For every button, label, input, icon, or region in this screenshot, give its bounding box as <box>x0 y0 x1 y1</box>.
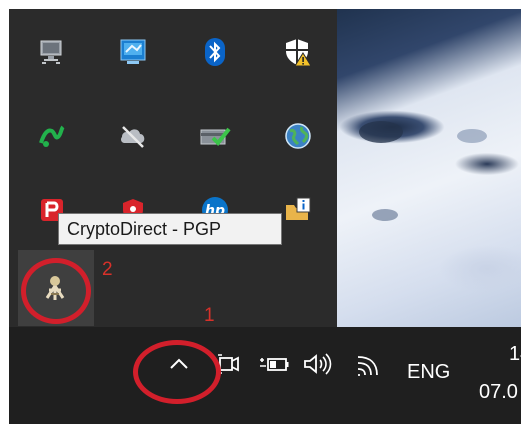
clock-time[interactable]: 14 <box>509 343 521 366</box>
screenshot-frame: hp CryptoDirect - PGP ENG 14 07.0 <box>9 9 521 424</box>
annotation-label-1: 1 <box>204 305 215 326</box>
card-check-icon[interactable] <box>198 119 232 153</box>
cloud-sync-icon[interactable] <box>116 119 150 153</box>
green-wave-icon[interactable] <box>35 119 69 153</box>
globe-icon[interactable] <box>281 119 315 153</box>
taskbar: ENG 14 07.0 <box>9 327 521 424</box>
battery-power-icon[interactable] <box>257 351 291 382</box>
monitor-blue-icon[interactable] <box>116 35 150 69</box>
monitor-network-icon[interactable] <box>35 35 69 69</box>
language-indicator[interactable]: ENG <box>407 361 450 384</box>
volume-icon[interactable] <box>301 351 333 382</box>
clock-date[interactable]: 07.0 <box>479 381 518 404</box>
wifi-icon[interactable] <box>355 353 383 382</box>
tray-tooltip: CryptoDirect - PGP <box>58 213 282 245</box>
annotation-circle-2 <box>21 258 91 324</box>
desktop-wallpaper <box>337 9 521 327</box>
annotation-label-2: 2 <box>102 259 113 280</box>
security-shield-warning-icon[interactable] <box>281 35 315 69</box>
bluetooth-icon[interactable] <box>198 35 232 69</box>
annotation-circle-1 <box>133 340 221 404</box>
folder-info-icon[interactable] <box>281 193 315 227</box>
